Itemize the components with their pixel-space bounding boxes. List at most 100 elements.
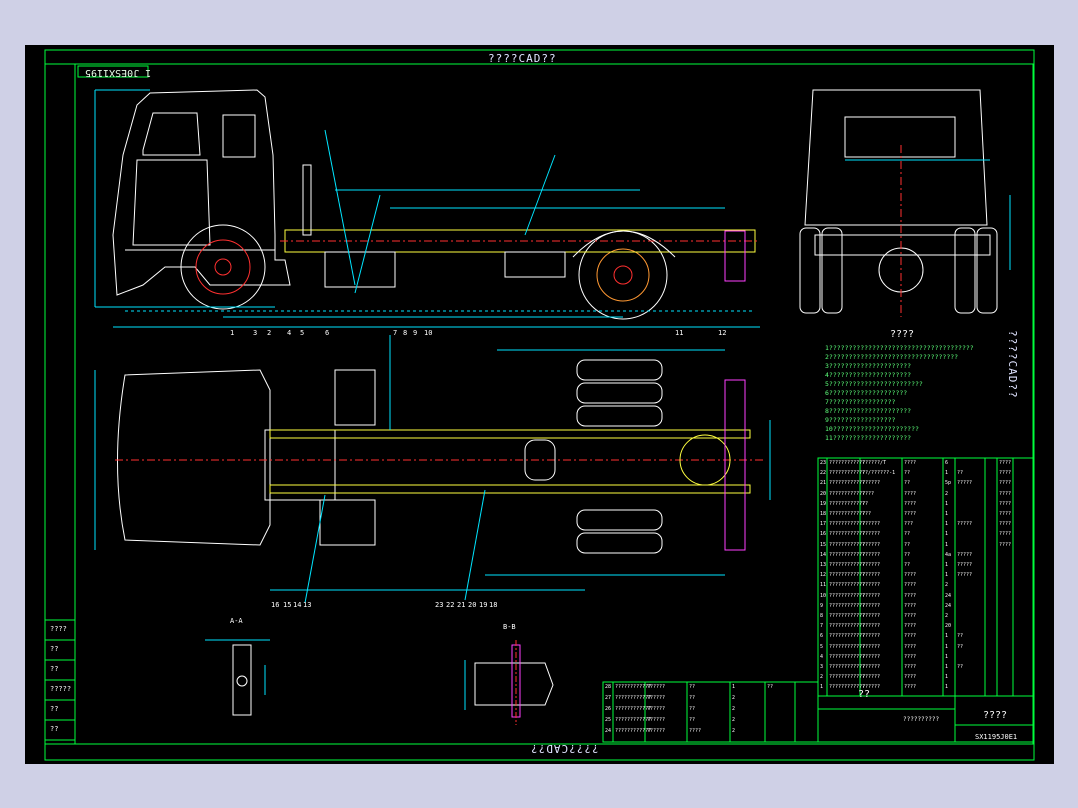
plan-rear-tire-upper-2 [576,382,663,404]
parts-table-cell: ???????????? [829,531,866,538]
parts-table-cell: 5p [945,480,952,487]
parts-table-cell: 16 [820,531,827,538]
revision-cell: ?? [50,645,59,653]
parts-table-cell: 15 [820,541,827,548]
requirement-line: 2????????????????????????????????? [825,353,959,361]
parts-table-cell: 2 [732,695,736,701]
parts-table-cell: ????? [957,480,973,487]
parts-table-cell: ?? [957,633,964,640]
title-block-title: ???? [983,710,1008,721]
parts-table-cell: ?????? [862,551,881,558]
parts-table-cell: ???????????? [615,706,652,712]
balloon-label: 2 [267,329,272,337]
title-block-name: ?? [858,689,871,700]
section-bb [464,640,554,725]
parts-table-cell: ??? [862,511,872,517]
rear-tire-left-1 [799,227,821,314]
parts-table-cell: 22 [820,470,827,477]
parts-table-cell: ???? [999,531,1012,538]
rear-view [799,89,1011,317]
parts-table-cell: ?? [689,717,696,723]
sheet-title-bottom: ????CAD?? [530,742,599,755]
parts-table-cell: ???????????? [829,653,866,660]
parts-table-cell: 1 [945,684,949,691]
parts-table-cell: ?????? [862,480,881,487]
balloon-label: 14 [293,601,302,609]
plan-rear-tire-upper-3 [576,405,663,427]
parts-table-cell: 18 [820,511,827,517]
parts-table-cell: 1 [945,511,949,517]
balloon-label: 22 [446,601,455,609]
parts-table-cell: ?????? [862,623,881,630]
parts-table-cell: ?????? [862,633,881,640]
parts-table-cell: ???? [999,500,1012,507]
parts-table-cell: 1 [945,674,949,681]
parts-table-cell: ??? [904,521,914,528]
balloon-label: 5 [300,329,305,337]
section-aa [205,639,270,716]
parts-table-cell: ???? [904,511,917,517]
plan-rear-tire-lower-1 [576,509,663,531]
parts-table-cell: 1 [945,633,949,640]
parts-table-cell: ???????????? [829,664,866,670]
parts-table-cell: ?? [957,664,964,670]
plan-frame-rail-right [269,484,751,494]
requirement-line: 3????????????????????? [825,362,912,370]
parts-table-cell: ???????????? [829,470,866,477]
balloon-label: 11 [675,329,684,337]
requirement-line: 9????????????????? [825,416,896,424]
balloon-label: 3 [253,329,258,337]
rear-tire-right-2 [976,227,998,314]
balloon-label: 12 [718,329,727,337]
parts-table-cell: ?? [904,470,911,477]
parts-table-cell: ?????? [862,592,881,599]
parts-table-cell: ?? [904,531,911,538]
leader-b [354,194,381,294]
parts-table-cell: 2 [945,490,949,497]
parts-table-cell: 20 [945,623,952,630]
parts-table-cell: 1 [945,521,949,528]
balloon-label: 8 [403,329,408,337]
title-block-code: ?????????? [903,716,940,723]
parts-table-cell: ???? [999,490,1012,497]
parts-table-cell: 2 [945,613,949,619]
balloon-label: 1 [230,329,235,337]
parts-table-cell: 24 [945,602,952,609]
revision-cell: ?? [50,665,59,673]
cad-drawing-canvas [44,49,1035,761]
parts-table-cell: ???? [904,582,917,589]
parts-table-cell: 1 [945,531,949,538]
parts-table-cell: 26 [605,706,612,712]
parts-table-cell: ???? [904,460,917,466]
parts-table-cell: ?????? [862,521,881,528]
rear-mudguard [572,230,676,258]
parts-table-cell: ???? [904,643,917,650]
drawing-sheet: ????CAD?? ????CAD?? ????CAD?? 1 J0ESX119… [25,45,1054,764]
requirement-line: 1????????????????????????????????????? [825,344,974,352]
requirement-line: 8????????????????????? [825,407,912,415]
requirements-heading: ???? [890,329,915,340]
parts-table-cell: ???? [904,684,917,691]
parts-table-cell: 1 [732,684,736,690]
section-aa-label: A-A [230,617,243,625]
parts-table-cell: 24 [945,592,952,599]
parts-table-cell: 25 [605,717,612,723]
parts-table-cell: ?? [957,643,964,650]
parts-table-cell: ???? [904,664,917,670]
parts-table-cell: 1 [945,643,949,650]
plan-battery-box [319,499,376,546]
parts-table-cell: ?????? [862,602,881,609]
cab-door [132,159,211,246]
parts-table-cell: ?????? [862,643,881,650]
parts-table-cell: 5 [820,643,824,650]
parts-table-cell: ????? [957,521,973,528]
parts-table-cell: ?? [862,500,869,507]
parts-table-cell: ???? [904,674,917,681]
parts-table-cell: 12 [820,572,827,579]
plan-rear-tire-lower-2 [576,532,663,554]
parts-table-cell: 1 [945,470,949,477]
parts-table-cell: ???? [999,521,1012,528]
plan-cab-outline [117,369,271,546]
parts-table-cell: 28 [605,684,612,690]
requirement-line: 5???????????????????????? [825,380,923,388]
